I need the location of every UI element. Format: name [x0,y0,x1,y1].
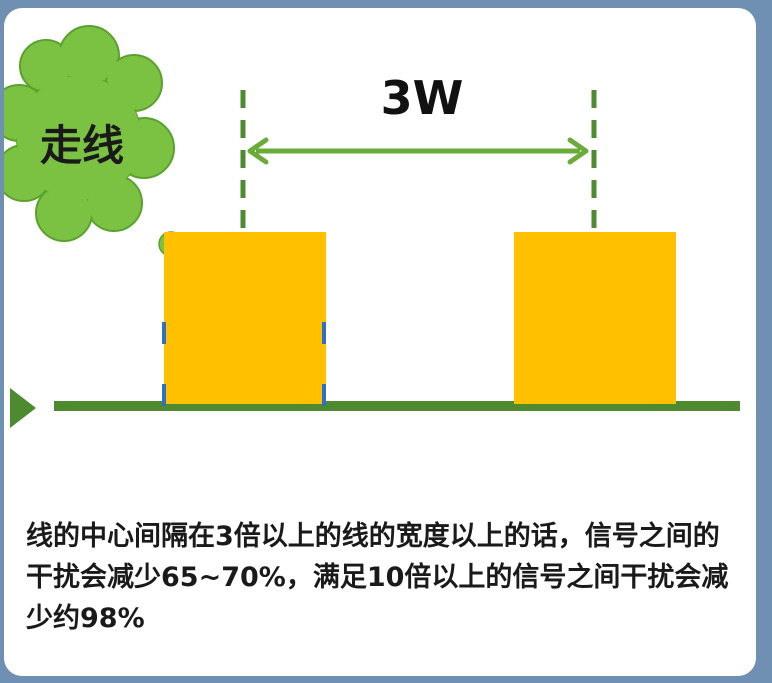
spacing-label: 3W [381,71,464,125]
left-trace [164,232,326,404]
dimension-arrow [247,137,589,165]
caption-text: 线的中心间隔在3倍以上的线的宽度以上的话，信号之间的干扰会减少65~70%，满足… [26,521,729,634]
left-arrow-icon [10,388,36,428]
right-trace [514,232,676,404]
slide-card: 走线 3W 线的中心间隔在3倍以上的线的宽度以上的话，信号之间的干扰会减少65~… [4,8,756,676]
spacing-diagram: 走线 3W [4,25,740,428]
cloud-label: 走线 [40,121,124,170]
